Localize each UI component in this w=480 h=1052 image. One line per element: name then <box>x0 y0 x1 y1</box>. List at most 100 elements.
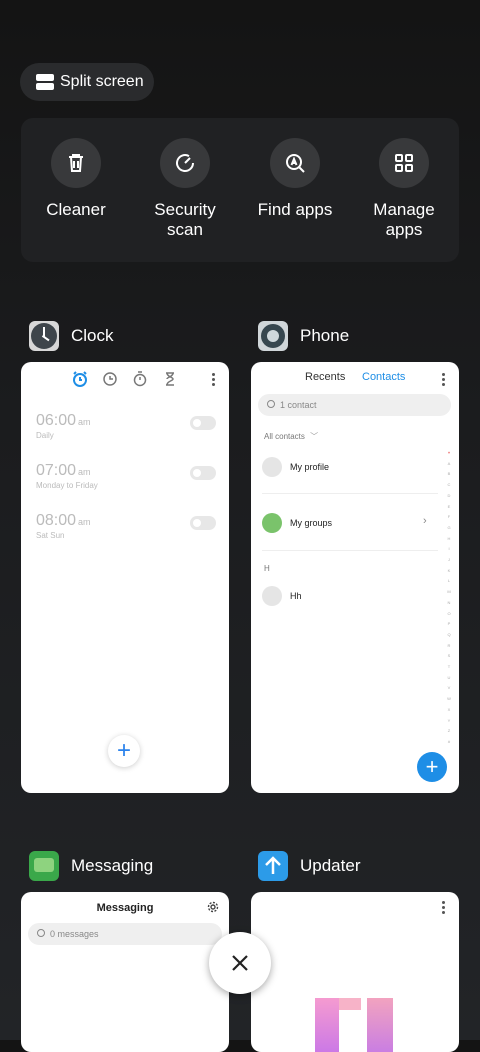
cleaner-button[interactable]: Cleaner <box>21 138 131 220</box>
alarm-icon[interactable] <box>71 370 89 388</box>
chevron-down-icon: ﹀ <box>310 432 319 441</box>
updater-app-card[interactable] <box>251 892 459 1052</box>
alphabet-index-letter[interactable]: L <box>446 576 452 587</box>
alphabet-index-letter[interactable]: I <box>446 544 452 555</box>
messages-search-input[interactable]: 0 messages <box>28 923 222 945</box>
alphabet-index-letter[interactable]: W <box>446 694 452 705</box>
alphabet-index-letter[interactable]: R <box>446 641 452 652</box>
alphabet-index-letter[interactable]: T <box>446 662 452 673</box>
clock-app-title: Clock <box>71 326 114 345</box>
alphabet-index-letter[interactable]: N <box>446 598 452 609</box>
find-apps-label: Find apps <box>257 200 333 219</box>
alphabet-index-letter[interactable]: J <box>446 555 452 566</box>
alphabet-index[interactable]: ♥ A B C D E F G H I J K L M N O P Q R S T U V W X Y Z # <box>446 448 452 748</box>
alphabet-index-letter[interactable]: ♥ <box>446 448 452 459</box>
alphabet-index-letter[interactable]: E <box>446 502 452 513</box>
row-label: My groups <box>290 518 333 528</box>
search-placeholder: 1 contact <box>280 400 317 410</box>
alarm-item[interactable]: 08:00 am Sat Sun <box>36 512 216 540</box>
chevron-right-icon: › <box>423 515 427 527</box>
alarm-repeat: Monday to Friday <box>36 481 98 490</box>
alphabet-index-letter[interactable]: Z <box>446 726 452 737</box>
divider <box>262 493 438 494</box>
add-alarm-button[interactable]: + <box>108 735 140 767</box>
messaging-app-icon <box>29 851 59 881</box>
more-options-icon[interactable] <box>212 373 215 388</box>
search-icon <box>267 400 275 408</box>
contact-row[interactable]: Hh <box>262 586 302 606</box>
messaging-app-card[interactable]: Messaging 0 messages <box>21 892 229 1052</box>
alarm-toggle[interactable] <box>190 466 216 480</box>
split-screen-button[interactable]: Split screen <box>20 63 154 101</box>
my-profile-row[interactable]: My profile <box>262 457 329 477</box>
alarm-repeat: Sat Sun <box>36 531 65 540</box>
more-options-icon[interactable] <box>442 901 445 916</box>
row-label: Hh <box>290 591 302 601</box>
security-scan-label: Security scan <box>154 200 216 239</box>
alphabet-index-letter[interactable]: H <box>446 534 452 545</box>
alphabet-index-letter[interactable]: # <box>446 737 452 748</box>
gear-icon[interactable] <box>207 901 219 913</box>
clock-tabs <box>71 370 179 388</box>
miui-logo-graphic <box>315 998 395 1052</box>
contacts-filter-dropdown[interactable]: All contacts ﹀ <box>264 431 318 442</box>
phone-app-header[interactable]: Phone <box>258 321 349 351</box>
alphabet-index-letter[interactable]: V <box>446 683 452 694</box>
security-scan-button[interactable]: Security scan <box>130 138 240 240</box>
avatar <box>262 586 282 606</box>
split-screen-label: Split screen <box>60 73 144 90</box>
split-screen-icon <box>36 74 54 90</box>
alarm-toggle[interactable] <box>190 516 216 530</box>
alphabet-index-letter[interactable]: B <box>446 469 452 480</box>
alphabet-index-letter[interactable]: F <box>446 512 452 523</box>
grid-apps-icon <box>395 154 413 172</box>
phone-app-card[interactable]: Recents Contacts 1 contact All contacts … <box>251 362 459 793</box>
my-groups-row[interactable]: My groups <box>262 513 332 533</box>
updater-app-header[interactable]: Updater <box>258 851 360 881</box>
filter-label: All contacts <box>264 432 305 441</box>
alphabet-index-letter[interactable]: A <box>446 459 452 470</box>
stopwatch-icon[interactable] <box>131 370 149 388</box>
phone-app-title: Phone <box>300 326 350 345</box>
close-icon <box>232 955 248 971</box>
quick-tools-panel: Cleaner Security scan Find apps Manage a… <box>21 118 459 262</box>
alphabet-index-letter[interactable]: Q <box>446 630 452 641</box>
alphabet-index-letter[interactable]: D <box>446 491 452 502</box>
alphabet-index-letter[interactable]: O <box>446 609 452 620</box>
alphabet-index-letter[interactable]: K <box>446 566 452 577</box>
clock-app-card[interactable]: 06:00 am Daily 07:00 am Monday to Friday 0… <box>21 362 229 793</box>
clear-all-button[interactable] <box>209 932 271 994</box>
alphabet-index-letter[interactable]: U <box>446 673 452 684</box>
alarm-item[interactable]: 06:00 am Daily <box>36 412 216 440</box>
search-placeholder: 0 messages <box>50 929 99 939</box>
find-apps-button[interactable]: Find apps <box>240 138 350 220</box>
manage-apps-label: Manage apps <box>373 200 435 239</box>
alphabet-index-letter[interactable]: C <box>446 480 452 491</box>
clock-app-header[interactable]: Clock <box>29 321 114 351</box>
alphabet-index-letter[interactable]: Y <box>446 716 452 727</box>
alphabet-index-letter[interactable]: P <box>446 619 452 630</box>
timer-icon[interactable] <box>161 370 179 388</box>
clock-app-icon <box>29 321 59 351</box>
alarm-ampm: am <box>78 517 91 527</box>
messaging-app-title: Messaging <box>71 856 154 875</box>
messaging-app-header[interactable]: Messaging <box>29 851 153 881</box>
alarm-time: 06:00 <box>36 412 77 429</box>
tab-contacts[interactable]: Contacts <box>362 371 405 383</box>
more-options-icon[interactable] <box>442 373 445 388</box>
contacts-search-input[interactable]: 1 contact <box>258 394 451 416</box>
alphabet-index-letter[interactable]: X <box>446 705 452 716</box>
alarm-item[interactable]: 07:00 am Monday to Friday <box>36 462 216 490</box>
alphabet-index-letter[interactable]: G <box>446 523 452 534</box>
alphabet-index-letter[interactable]: S <box>446 651 452 662</box>
add-contact-button[interactable]: + <box>417 752 447 782</box>
tab-recents[interactable]: Recents <box>305 371 345 383</box>
world-clock-icon[interactable] <box>101 370 119 388</box>
updater-app-title: Updater <box>300 856 361 875</box>
find-apps-icon <box>286 154 305 173</box>
manage-apps-button[interactable]: Manage apps <box>349 138 459 240</box>
search-icon <box>37 929 45 937</box>
alarm-toggle[interactable] <box>190 416 216 430</box>
groups-icon <box>262 513 282 533</box>
alphabet-index-letter[interactable]: M <box>446 587 452 598</box>
